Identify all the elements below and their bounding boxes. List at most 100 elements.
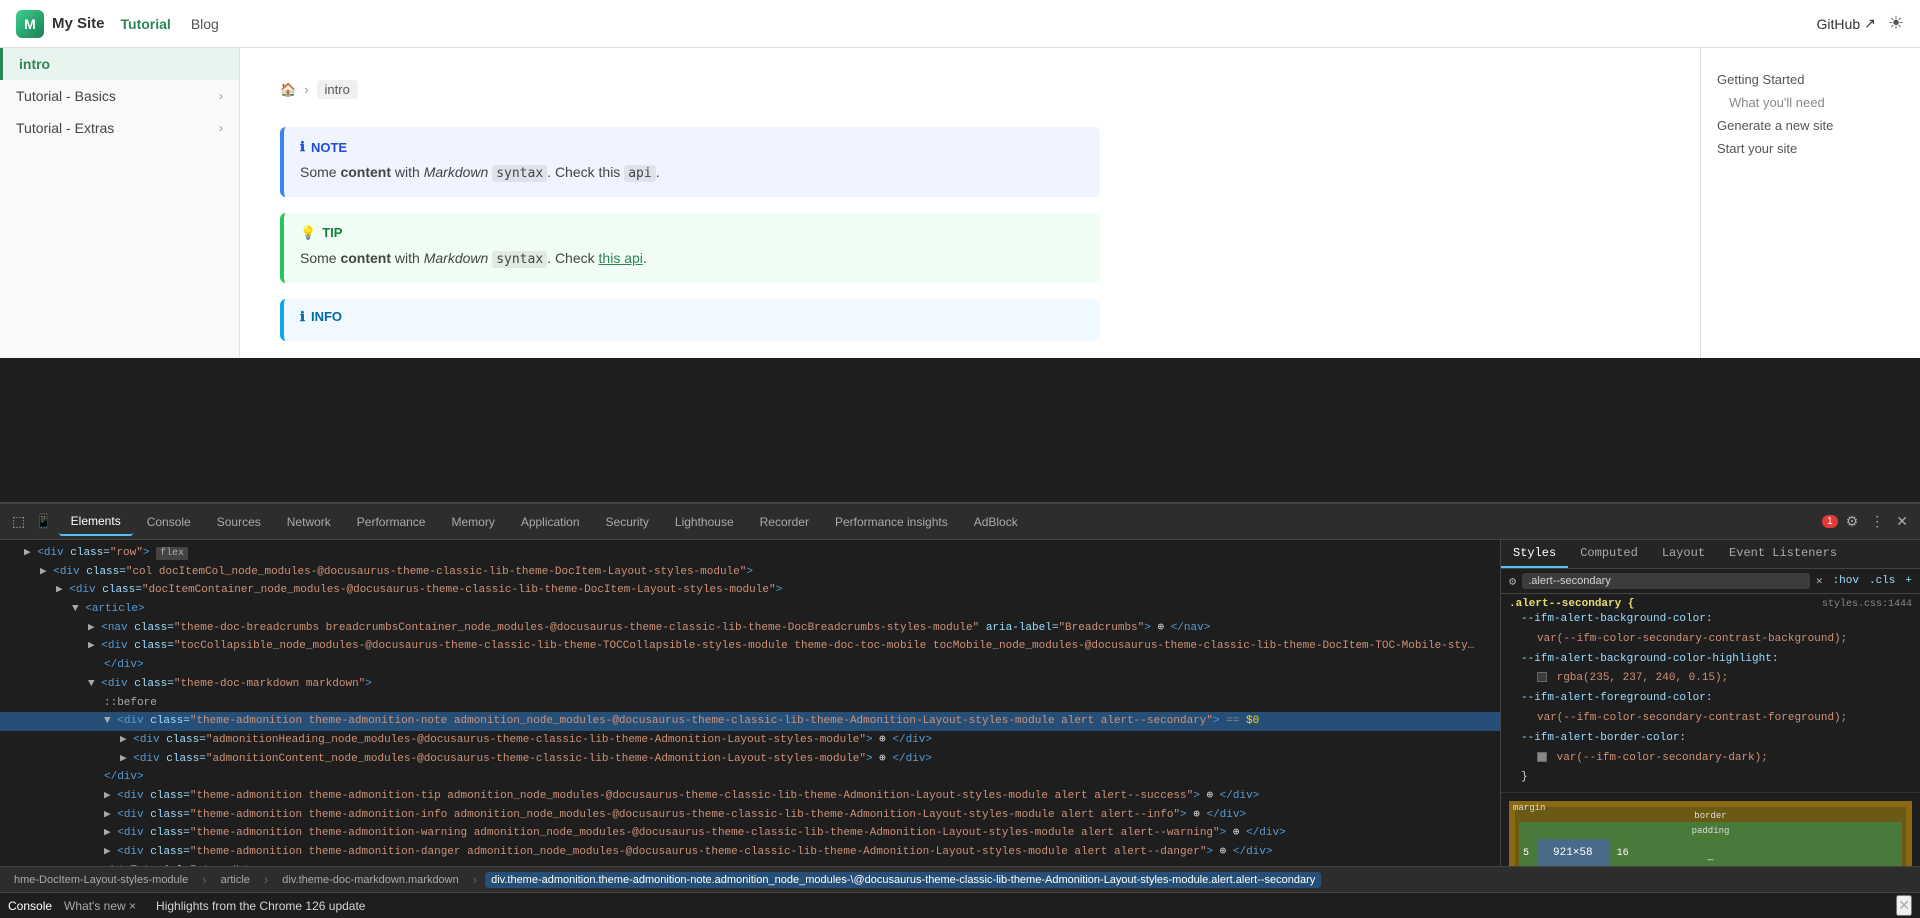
console-close-button[interactable]: ✕ xyxy=(1896,895,1912,916)
nav-tutorial[interactable]: Tutorial xyxy=(121,16,171,32)
style-prop-4: --ifm-alert-border-color: xyxy=(1521,729,1912,749)
style-val-2: rgba(235, 237, 240, 0.15); xyxy=(1537,669,1912,689)
devtools-body: ▶ <div class="row"> flex ▶ <div class="c… xyxy=(0,540,1920,866)
theme-toggle-button[interactable]: ☀ xyxy=(1888,13,1904,34)
element-line: ▶ <div class="docItemContainer_node_modu… xyxy=(0,581,1500,600)
element-line: ▼ <article> xyxy=(0,600,1500,619)
tab-console[interactable]: Console xyxy=(135,509,203,535)
right-sidebar: Getting Started What you'll need Generat… xyxy=(1700,48,1920,358)
page-breadcrumb: 🏠 › intro xyxy=(280,68,1100,111)
breadcrumb-elem-4[interactable]: div.theme-admonition.theme-admonition-no… xyxy=(485,872,1321,888)
devtools-tabs: ⬚ 📱 Elements Console Sources Network Per… xyxy=(0,504,1920,540)
more-options-button[interactable]: ⋮ xyxy=(1866,509,1888,534)
element-line: ▶ <div class="theme-admonition theme-adm… xyxy=(0,787,1500,806)
breadcrumb-sep: › xyxy=(473,872,477,887)
breadcrumb-elem-3[interactable]: div.theme-doc-markdown.markdown xyxy=(276,872,464,888)
styles-panel-tabs: Styles Computed Layout Event Listeners xyxy=(1501,540,1920,569)
element-line: ▶ <nav class="theme-doc-breadcrumbs brea… xyxy=(0,619,1500,638)
sidebar-item-basics[interactable]: Tutorial - Basics › xyxy=(0,80,239,112)
style-val-3: var(--ifm-color-secondary-contrast-foreg… xyxy=(1537,709,1912,729)
devtools-panel: ⬚ 📱 Elements Console Sources Network Per… xyxy=(0,502,1920,892)
tab-sources[interactable]: Sources xyxy=(205,509,273,535)
chevron-right-icon: › xyxy=(219,89,223,103)
home-icon[interactable]: 🏠 xyxy=(280,82,296,98)
tab-lighthouse[interactable]: Lighthouse xyxy=(663,509,746,535)
settings-button[interactable]: ⚙ xyxy=(1842,509,1863,534)
tab-performance-insights[interactable]: Performance insights xyxy=(823,509,960,535)
element-line: ▶ <div class="theme-admonition theme-adm… xyxy=(0,824,1500,843)
site-logo[interactable]: M My Site xyxy=(16,10,105,38)
elements-panel[interactable]: ▶ <div class="row"> flex ▶ <div class="c… xyxy=(0,540,1500,866)
breadcrumb-elem-2[interactable]: article xyxy=(215,872,256,888)
github-link[interactable]: GitHub ↗ xyxy=(1817,15,1876,32)
admonition-info: ℹ INFO xyxy=(280,299,1100,341)
margin-value: — xyxy=(1707,855,1713,866)
element-line: ▶ <div class="row"> flex xyxy=(0,544,1500,563)
element-line: ▶ <div class="admonitionContent_node_mod… xyxy=(0,750,1500,769)
breadcrumb-elem-1[interactable]: hme-DocItem-Layout-styles-module xyxy=(8,872,194,888)
breadcrumb-current: intro xyxy=(317,80,358,99)
inspect-element-button[interactable]: ⬚ xyxy=(8,509,29,534)
nav-blog[interactable]: Blog xyxy=(191,16,219,32)
breadcrumb-sep: › xyxy=(202,872,206,887)
element-line: </div> xyxy=(0,768,1500,787)
style-selector: .alert--secondary { xyxy=(1509,598,1634,610)
add-style-button[interactable]: + xyxy=(1905,575,1912,587)
tab-performance[interactable]: Performance xyxy=(345,509,438,535)
style-prop-2: --ifm-alert-background-color-highlight: xyxy=(1521,650,1912,670)
toc-item-generate[interactable]: Generate a new site xyxy=(1717,114,1904,137)
toc-item-start[interactable]: Start your site xyxy=(1717,137,1904,160)
tab-elements[interactable]: Elements xyxy=(59,508,133,536)
cls-button[interactable]: .cls xyxy=(1869,575,1895,587)
element-line: ▶ <div class="tocCollapsible_node_module… xyxy=(0,637,1500,656)
chevron-right-icon: › xyxy=(219,121,223,135)
device-toolbar-button[interactable]: 📱 xyxy=(31,509,56,534)
devtools-breadcrumb-bar: hme-DocItem-Layout-styles-module › artic… xyxy=(0,866,1920,892)
element-line: ::before xyxy=(0,694,1500,713)
border-label: border xyxy=(1694,811,1726,821)
sidebar-item-extras[interactable]: Tutorial - Extras › xyxy=(0,112,239,144)
main-content: 🏠 › intro ℹ NOTE Some content with Markd… xyxy=(240,48,1700,358)
admonition-note: ℹ NOTE Some content with Markdown syntax… xyxy=(280,127,1100,197)
admonition-tip-title: 💡 TIP xyxy=(300,225,1084,241)
element-line: ▼ <div class="theme-doc-markdown markdow… xyxy=(0,675,1500,694)
toc-item-what-youll-need[interactable]: What you'll need xyxy=(1717,91,1904,114)
clear-filter-button[interactable]: ✕ xyxy=(1816,574,1823,588)
tab-adblock[interactable]: AdBlock xyxy=(962,509,1030,535)
tab-security[interactable]: Security xyxy=(594,509,661,535)
nav-links: Tutorial Blog xyxy=(121,16,219,32)
whats-new-tab[interactable]: What's new × xyxy=(64,899,136,913)
padding-side-left: 5 xyxy=(1523,848,1529,859)
sidebar-item-intro[interactable]: intro xyxy=(0,48,239,80)
styles-filter-input[interactable] xyxy=(1522,573,1810,589)
styles-tab-styles[interactable]: Styles xyxy=(1501,540,1568,568)
page-top: intro Tutorial - Basics › Tutorial - Ext… xyxy=(0,48,1920,502)
element-line: ▶ <div class="theme-admonition theme-adm… xyxy=(0,806,1500,825)
element-line: ▶ <div class="theme-admonition theme-adm… xyxy=(0,843,1500,862)
tab-network[interactable]: Network xyxy=(275,509,343,535)
style-source[interactable]: styles.css:1444 xyxy=(1822,599,1912,610)
tab-application[interactable]: Application xyxy=(509,509,592,535)
styles-tab-layout[interactable]: Layout xyxy=(1650,540,1717,568)
styles-tab-event-listeners[interactable]: Event Listeners xyxy=(1717,540,1849,568)
style-val-4: var(--ifm-color-secondary-dark); xyxy=(1537,749,1912,769)
toc-item-getting-started[interactable]: Getting Started xyxy=(1717,68,1904,91)
box-content: 921×58 xyxy=(1537,839,1609,866)
devtools-top-right: 1 ⚙ ⋮ ✕ xyxy=(1822,509,1912,534)
info-icon: ℹ xyxy=(300,139,305,155)
color-swatch xyxy=(1537,752,1547,762)
console-tab[interactable]: Console xyxy=(8,899,52,913)
tab-memory[interactable]: Memory xyxy=(439,509,506,535)
top-nav: M My Site Tutorial Blog GitHub ↗ ☀ xyxy=(0,0,1920,48)
styles-tab-computed[interactable]: Computed xyxy=(1568,540,1650,568)
admonition-info-title: ℹ INFO xyxy=(300,309,1084,325)
close-devtools-button[interactable]: ✕ xyxy=(1892,509,1912,534)
error-badge: 1 xyxy=(1822,515,1838,528)
site-name: My Site xyxy=(52,15,105,32)
pseudo-state-button[interactable]: :hov xyxy=(1833,575,1859,587)
style-rule: .alert--secondary { styles.css:1444 --if… xyxy=(1501,594,1920,793)
style-val-1: var(--ifm-color-secondary-contrast-backg… xyxy=(1537,630,1912,650)
tab-recorder[interactable]: Recorder xyxy=(748,509,821,535)
left-sidebar: intro Tutorial - Basics › Tutorial - Ext… xyxy=(0,48,240,358)
api-link[interactable]: this api xyxy=(599,250,643,266)
